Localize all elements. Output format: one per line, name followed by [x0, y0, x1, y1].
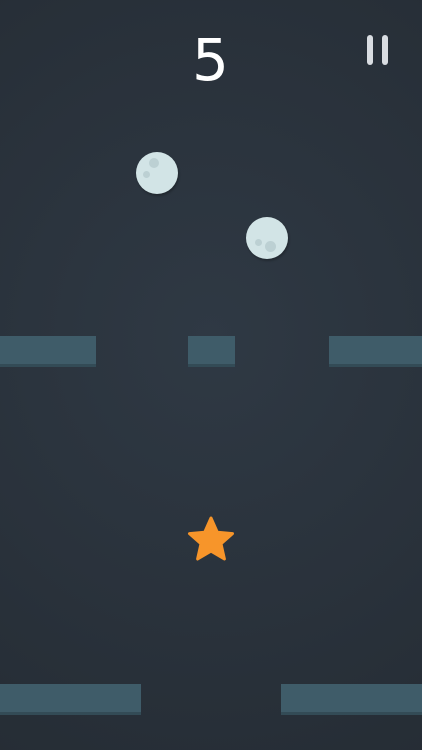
- platform-bar: [188, 336, 235, 367]
- star-icon: [188, 516, 234, 561]
- game-screen[interactable]: 5: [0, 0, 422, 750]
- ball-crater: [265, 241, 276, 252]
- platform-bar: [0, 336, 96, 367]
- ball: [136, 152, 178, 194]
- pause-icon-bar-right: [382, 35, 388, 65]
- pause-icon-bar-left: [367, 35, 373, 65]
- score-display: 5: [192, 26, 230, 94]
- platform-bar: [281, 684, 422, 715]
- platform-bar: [0, 684, 141, 715]
- ball-crater: [143, 171, 150, 178]
- ball-crater: [255, 239, 262, 246]
- ball: [246, 217, 288, 259]
- pause-button[interactable]: [360, 30, 396, 70]
- platform-bar: [329, 336, 422, 367]
- ball-crater: [149, 158, 159, 168]
